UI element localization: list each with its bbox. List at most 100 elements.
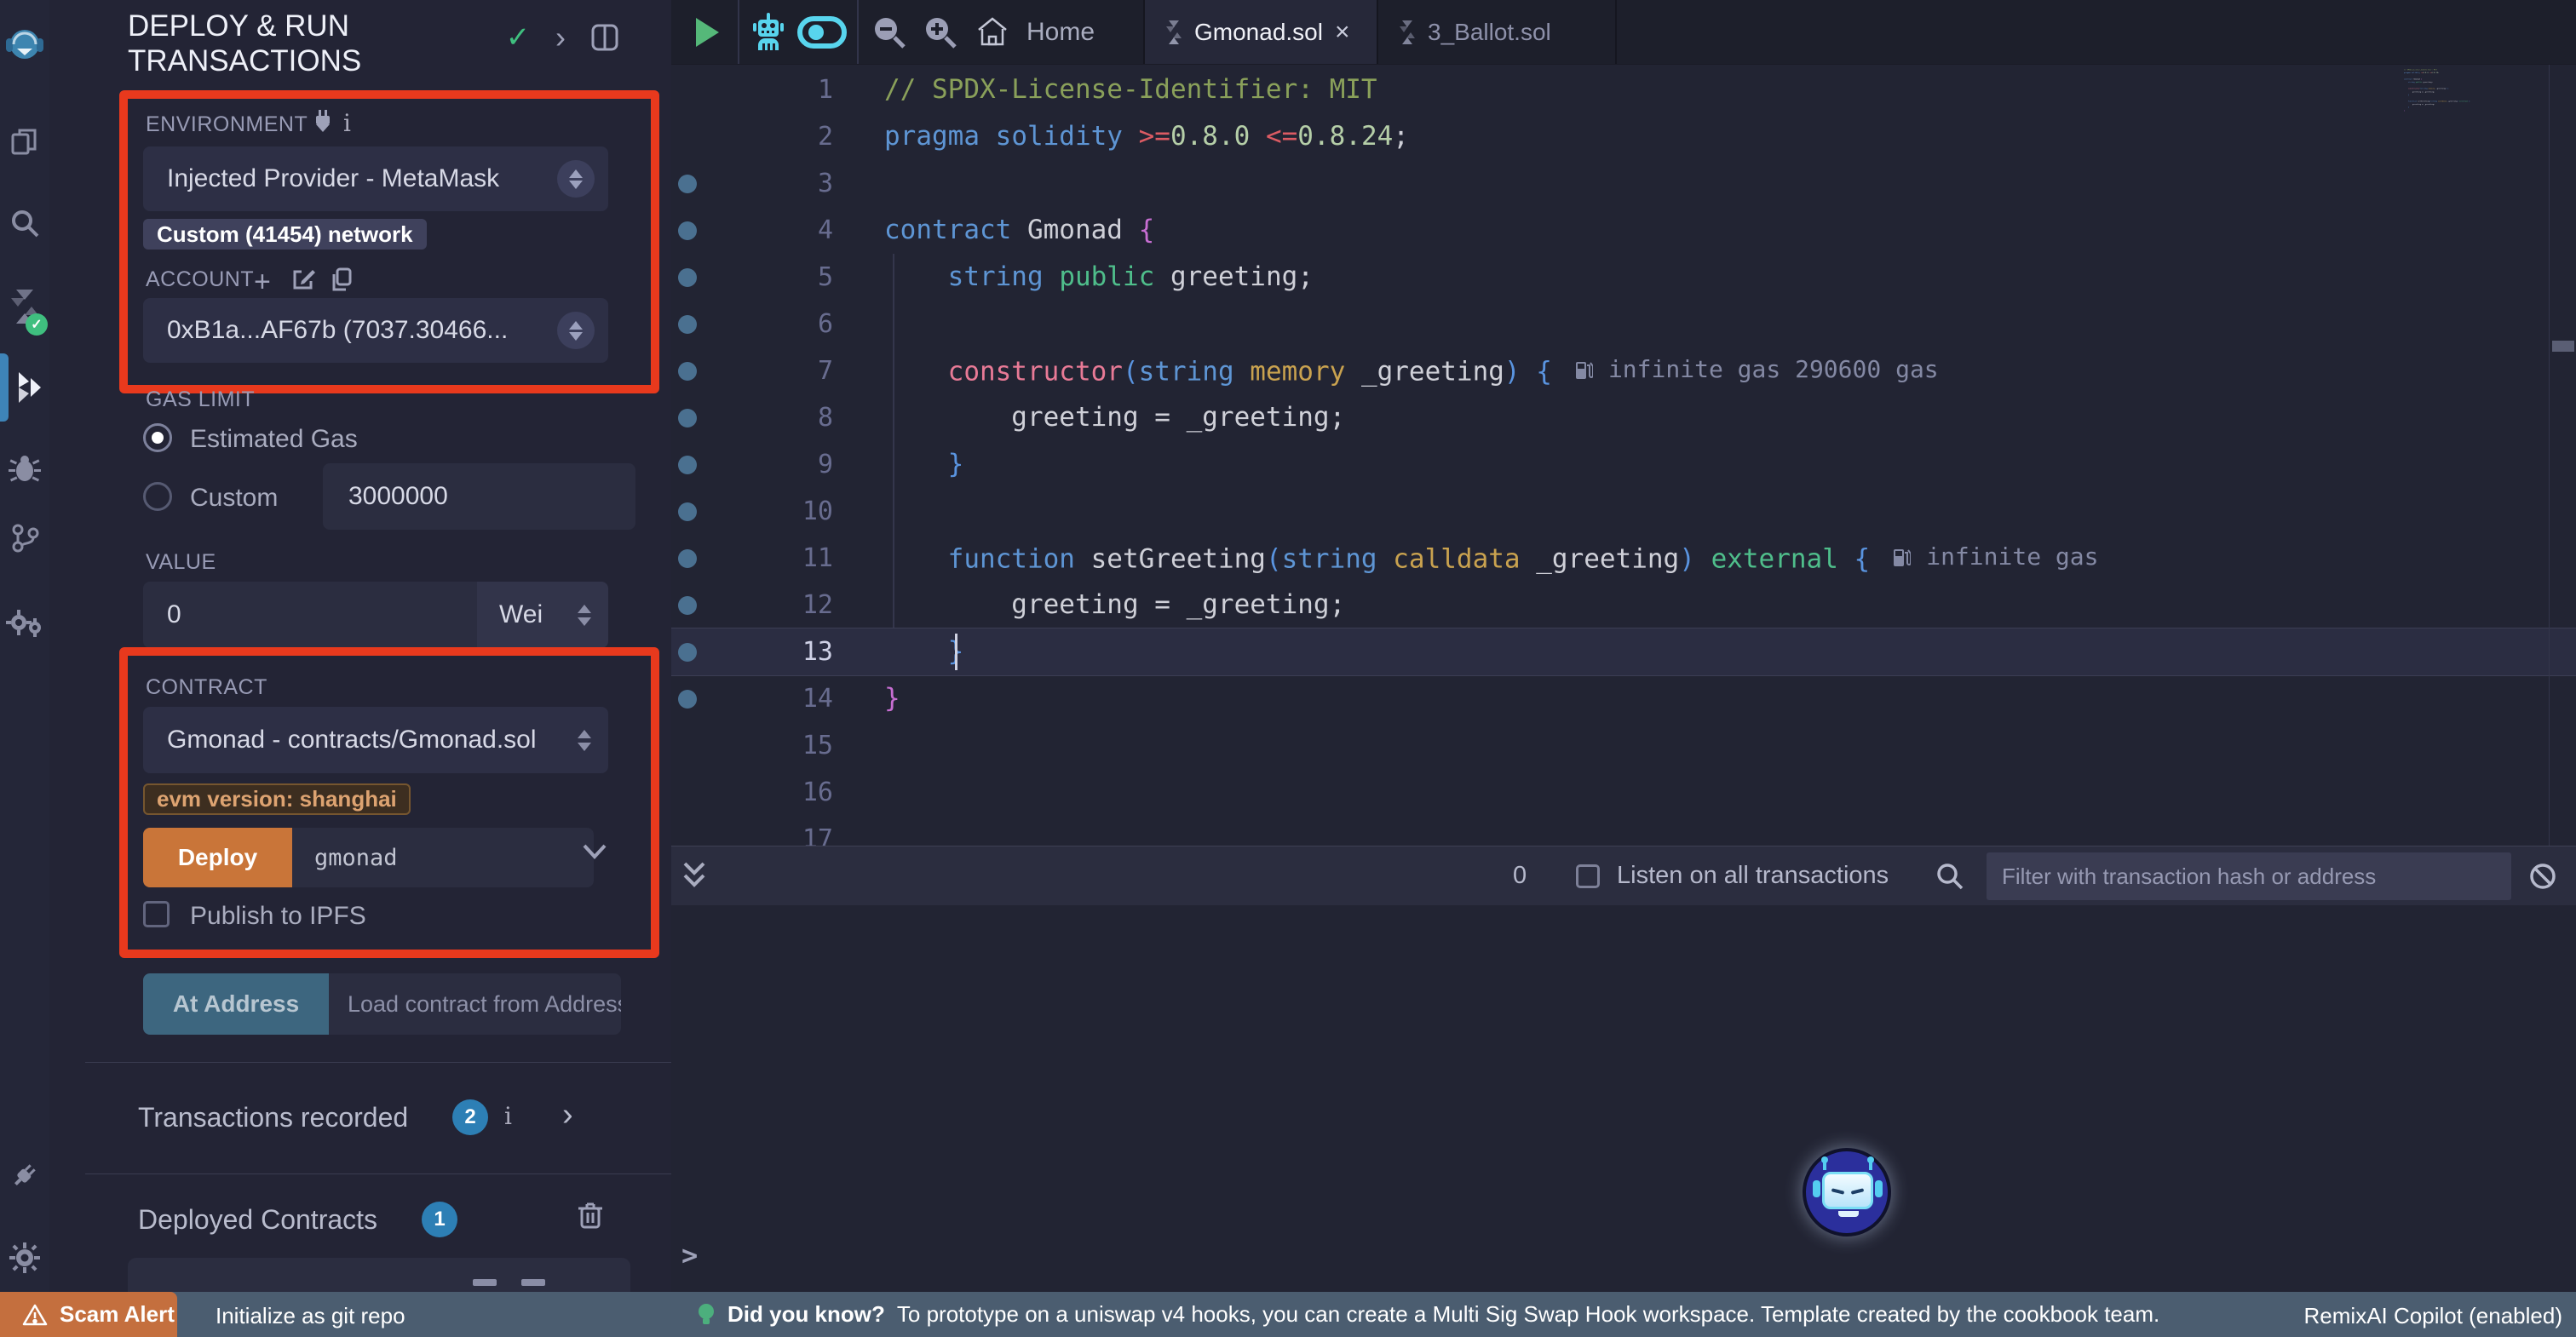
copy-account-icon[interactable] <box>331 267 353 291</box>
deploy-run-panel: DEPLOY & RUN TRANSACTIONS ✓ › ENVIRONMEN… <box>49 0 672 1292</box>
code-lines: 1// SPDX-License-Identifier: MIT2pragma … <box>671 65 2576 846</box>
code-line[interactable]: 10 <box>671 488 2576 535</box>
line-number: 7 <box>704 356 842 386</box>
code-line[interactable]: 9 } <box>671 441 2576 488</box>
at-address-input[interactable]: Load contract from Address <box>329 973 621 1035</box>
split-panel-icon[interactable] <box>588 20 622 55</box>
code-text: greeting = _greeting; <box>884 582 1345 628</box>
publish-ipfs-checkbox[interactable] <box>143 901 170 927</box>
deploy-run-icon[interactable] <box>0 362 49 413</box>
value-input[interactable]: 0 <box>143 582 499 648</box>
expand-terminal-icon[interactable] <box>681 858 707 892</box>
gas-estimate-hint: infinite gas 290600 gas <box>1574 346 1939 393</box>
constructor-arg-input[interactable]: gmonad <box>292 828 594 887</box>
remix-ai-robot-icon[interactable] <box>743 0 794 64</box>
deploy-button[interactable]: Deploy <box>143 828 292 887</box>
code-line[interactable]: 15 <box>671 722 2576 769</box>
add-account-icon[interactable]: + <box>254 266 271 299</box>
code-line[interactable]: 8 greeting = _greeting; <box>671 394 2576 441</box>
transactions-expand-chevron-icon[interactable]: › <box>562 1097 573 1133</box>
copilot-toggle-icon[interactable] <box>794 0 850 64</box>
expand-args-chevron-icon[interactable] <box>582 843 607 860</box>
tab-home[interactable]: Home <box>1014 0 1107 64</box>
plug-icon[interactable] <box>312 109 334 135</box>
clear-console-icon[interactable] <box>2528 862 2557 891</box>
breakpoint-dot[interactable] <box>671 502 704 521</box>
listen-transactions-checkbox[interactable] <box>1576 864 1600 888</box>
code-line[interactable]: 2pragma solidity >=0.8.0 <=0.8.24; <box>671 113 2576 160</box>
transactions-info-icon[interactable]: i <box>504 1102 512 1130</box>
breakpoint-dot[interactable] <box>671 268 704 287</box>
zoom-in-icon[interactable] <box>917 0 964 64</box>
code-line[interactable]: 11 function setGreeting(string calldata … <box>671 535 2576 582</box>
code-line[interactable]: 16 <box>671 769 2576 816</box>
code-line[interactable]: 3 <box>671 160 2576 207</box>
search-icon[interactable] <box>0 198 49 249</box>
run-script-icon[interactable] <box>683 0 731 64</box>
file-explorer-icon[interactable] <box>0 116 49 167</box>
breakpoint-dot[interactable] <box>671 175 704 193</box>
git-init-button[interactable]: Initialize as git repo <box>216 1303 405 1329</box>
line-number: 12 <box>704 590 842 620</box>
breakpoint-dot[interactable] <box>671 456 704 474</box>
plugin-gears-icon[interactable] <box>0 597 49 648</box>
scam-alert-button[interactable]: Scam Alert <box>0 1292 177 1337</box>
divider <box>85 1062 671 1063</box>
code-text: } <box>884 675 900 722</box>
code-line[interactable]: 4contract Gmonad { <box>671 207 2576 254</box>
trash-icon[interactable] <box>578 1201 603 1230</box>
code-line[interactable]: 13 } <box>671 628 2576 675</box>
zoom-out-icon[interactable] <box>865 0 913 64</box>
breakpoint-dot[interactable] <box>671 315 704 334</box>
tab-label: Gmonad.sol <box>1194 19 1323 46</box>
scrollbar-marker[interactable] <box>2552 341 2574 352</box>
at-address-button[interactable]: At Address <box>143 973 329 1035</box>
line-number: 3 <box>704 169 842 198</box>
tab-ballot[interactable]: 3_Ballot.sol <box>1378 0 1617 64</box>
home-icon[interactable] <box>971 0 1014 64</box>
remix-ide-window: ✓ <box>0 0 2576 1337</box>
filter-transactions-input[interactable]: Filter with transaction hash or address <box>1987 852 2511 900</box>
custom-gas-input[interactable]: 3000000 <box>323 463 635 530</box>
breakpoint-dot[interactable] <box>671 549 704 568</box>
contract-row-icon <box>521 1279 545 1286</box>
git-icon[interactable] <box>0 513 49 564</box>
breakpoint-dot[interactable] <box>671 596 704 615</box>
robot-face <box>1822 1172 1873 1209</box>
code-editor[interactable]: 1// SPDX-License-Identifier: MIT2pragma … <box>671 65 2576 846</box>
breakpoint-dot[interactable] <box>671 643 704 662</box>
breakpoint-dot[interactable] <box>671 221 704 240</box>
status-bar: Scam Alert Initialize as git repo Did yo… <box>0 1292 2576 1337</box>
environment-info-icon[interactable]: i <box>343 109 351 137</box>
code-line[interactable]: 14} <box>671 675 2576 722</box>
code-line[interactable]: 7 constructor(string memory _greeting) {… <box>671 347 2576 394</box>
account-select[interactable]: 0xB1a...AF67b (7037.30466... <box>143 298 608 363</box>
breakpoint-dot[interactable] <box>671 362 704 381</box>
code-line[interactable]: 17 <box>671 816 2576 846</box>
plugin-manager-icon[interactable] <box>0 1150 49 1201</box>
edit-account-icon[interactable] <box>291 267 315 291</box>
code-line[interactable]: 12 greeting = _greeting; <box>671 582 2576 628</box>
custom-gas-radio[interactable] <box>143 482 172 511</box>
code-line[interactable]: 1// SPDX-License-Identifier: MIT <box>671 66 2576 113</box>
search-transactions-icon[interactable] <box>1935 862 1964 891</box>
estimated-gas-radio[interactable] <box>143 423 172 452</box>
breakpoint-dot[interactable] <box>671 409 704 427</box>
contract-select[interactable]: Gmonad - contracts/Gmonad.sol <box>143 707 608 773</box>
line-number: 8 <box>704 403 842 433</box>
debugger-icon[interactable] <box>0 444 49 495</box>
code-line[interactable]: 5 string public greeting; <box>671 254 2576 301</box>
breakpoint-dot[interactable] <box>671 690 704 709</box>
terminal-output[interactable]: > <box>671 905 2576 1292</box>
value-unit-select[interactable]: Wei <box>477 582 608 648</box>
settings-icon[interactable] <box>0 1232 49 1283</box>
tab-gmonad[interactable]: Gmonad.sol × <box>1143 0 1378 64</box>
remix-ai-assistant-bubble[interactable] <box>1803 1148 1891 1237</box>
remix-logo[interactable] <box>0 20 49 72</box>
environment-select[interactable]: Injected Provider - MetaMask <box>143 146 608 211</box>
deployed-contract-row[interactable] <box>128 1258 630 1292</box>
close-tab-icon[interactable]: × <box>1335 18 1350 47</box>
code-line[interactable]: 6 <box>671 301 2576 347</box>
pin-panel-chevron-icon[interactable]: › <box>543 20 578 55</box>
minimap[interactable]: // SPDX-License-Identifier: MITpragma so… <box>2404 68 2550 468</box>
